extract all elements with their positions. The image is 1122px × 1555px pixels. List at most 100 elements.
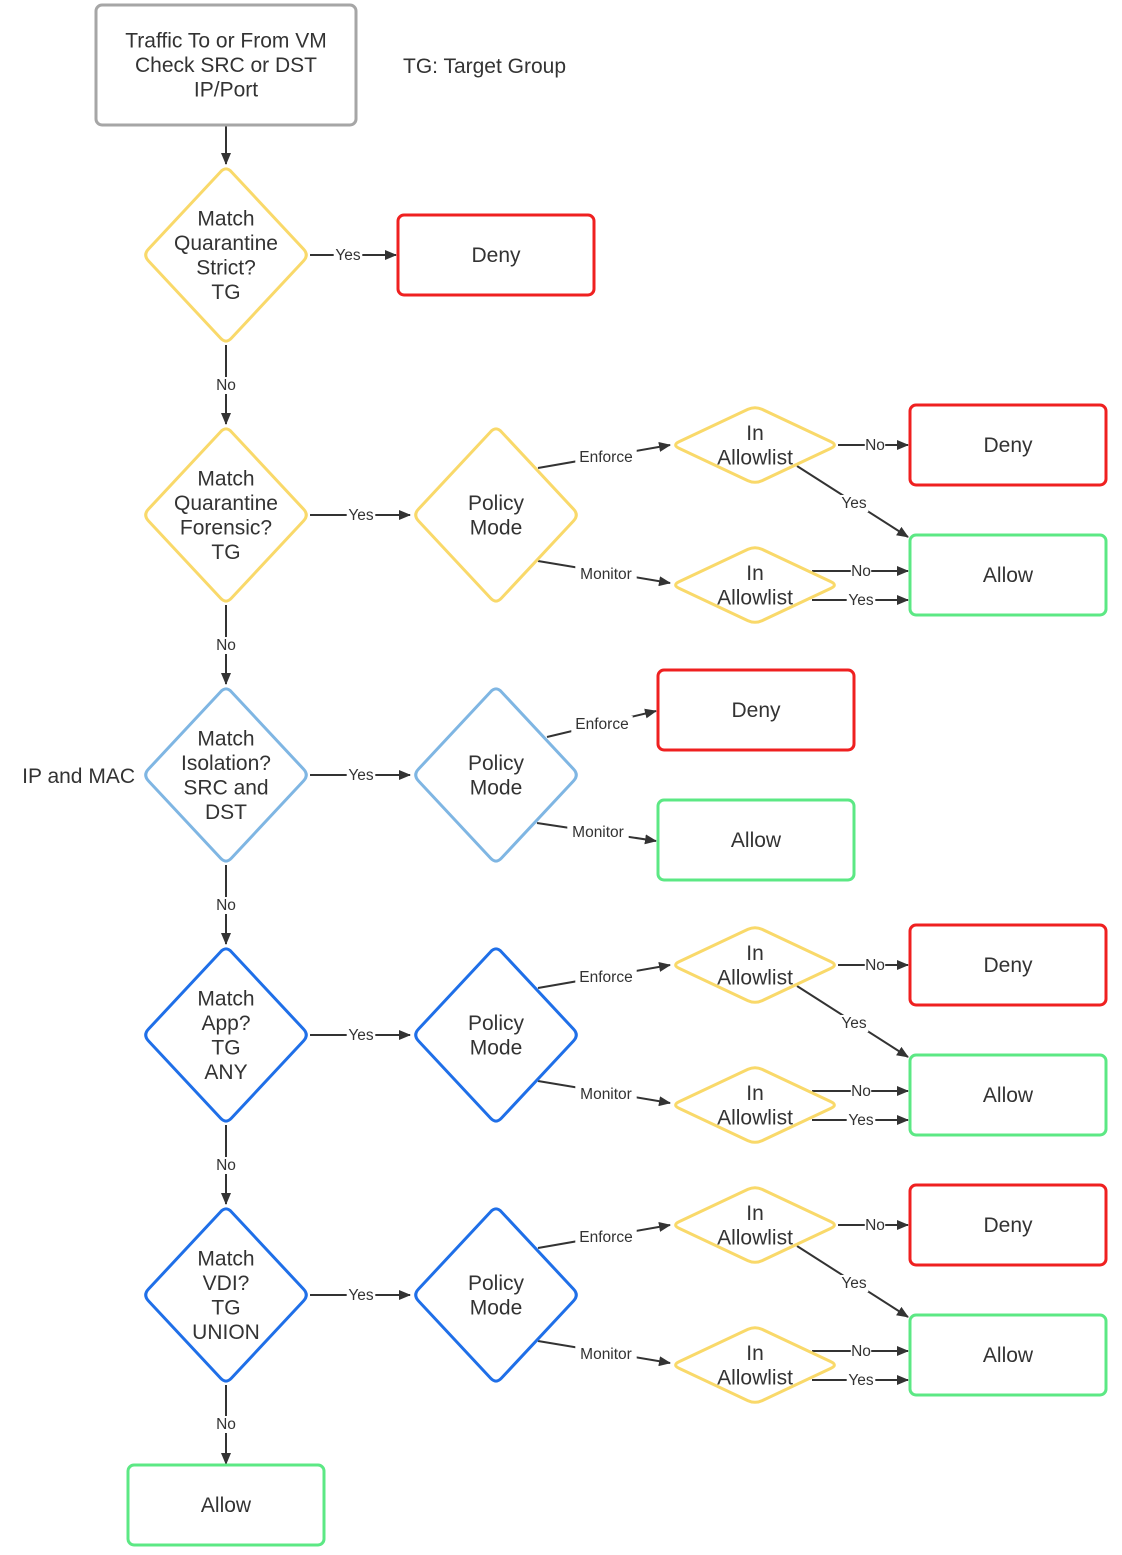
node-text-line: Allow bbox=[731, 829, 782, 852]
node-text-line: Deny bbox=[983, 434, 1033, 457]
node-text-line: IP/Port bbox=[194, 79, 258, 102]
node-text-line: DST bbox=[205, 801, 247, 824]
allowlist-decision-diamond bbox=[674, 926, 836, 1004]
node-text-line: Mode bbox=[470, 516, 523, 539]
edge-label-no: No bbox=[216, 897, 236, 914]
node-isolation-deny: Deny bbox=[656, 668, 856, 752]
node-text-line: In bbox=[746, 1082, 764, 1105]
edge-label-no: No bbox=[851, 563, 871, 580]
quarantine-decision-diamond bbox=[144, 167, 308, 343]
node-app-mon-al: InAllowlist bbox=[674, 1066, 836, 1144]
node-app-mode: PolicyMode bbox=[414, 947, 578, 1123]
edge-label-enforce: Enforce bbox=[579, 969, 632, 986]
node-start: Traffic To or From VMCheck SRC or DSTIP/… bbox=[94, 3, 358, 127]
node-text-line: App? bbox=[201, 1012, 250, 1035]
edge-label-yes: Yes bbox=[348, 767, 374, 784]
allowlist-decision-diamond bbox=[674, 1066, 836, 1144]
edge-label-no: No bbox=[216, 1157, 236, 1174]
tg-legend-note: TG: Target Group bbox=[403, 55, 566, 78]
edge-label-yes: Yes bbox=[841, 1015, 867, 1032]
node-isolation-allow: Allow bbox=[656, 798, 856, 882]
edge-label-no: No bbox=[216, 637, 236, 654]
flowchart-canvas: Traffic To or From VMCheck SRC or DSTIP/… bbox=[22, 3, 1108, 1547]
node-text-line: TG bbox=[211, 281, 240, 304]
node-text-line: VDI? bbox=[203, 1272, 250, 1295]
node-vdi-deny: Deny bbox=[908, 1183, 1108, 1267]
node-text-line: Quarantine bbox=[174, 232, 278, 255]
node-text-line: Allowlist bbox=[717, 1106, 793, 1129]
node-text-line: Policy bbox=[468, 1272, 525, 1295]
node-app-enf-al: InAllowlist bbox=[674, 926, 836, 1004]
node-q-forensic-deny: Deny bbox=[908, 403, 1108, 487]
node-final-allow: Allow bbox=[126, 1463, 326, 1547]
edge-label-yes: Yes bbox=[335, 247, 361, 264]
node-text-line: TG bbox=[211, 1296, 240, 1319]
node-vdi-enf-al: InAllowlist bbox=[674, 1186, 836, 1264]
node-q-strict: MatchQuarantineStrict?TG bbox=[144, 167, 308, 343]
node-text-line: In bbox=[746, 1342, 764, 1365]
allowlist-decision-diamond bbox=[674, 406, 836, 484]
node-text-line: SRC and bbox=[183, 776, 268, 799]
node-isolation-mode: PolicyMode bbox=[414, 687, 578, 863]
app-decision-diamond bbox=[414, 1207, 578, 1383]
node-text-line: In bbox=[746, 942, 764, 965]
node-text-line: Mode bbox=[470, 776, 523, 799]
edge-label-yes: Yes bbox=[848, 1372, 874, 1389]
node-text-line: Allow bbox=[983, 1344, 1034, 1367]
node-text-line: Allowlist bbox=[717, 1226, 793, 1249]
edge-label-no: No bbox=[865, 957, 885, 974]
edges-layer bbox=[221, 126, 909, 1465]
node-text-line: Allow bbox=[983, 1084, 1034, 1107]
node-app: MatchApp?TGANY bbox=[144, 947, 308, 1123]
node-text-line: Allowlist bbox=[717, 1366, 793, 1389]
edge-label-yes: Yes bbox=[848, 1112, 874, 1129]
node-text-line: UNION bbox=[192, 1321, 260, 1344]
node-text-line: Isolation? bbox=[181, 752, 271, 775]
isolation-decision-diamond bbox=[414, 687, 578, 863]
edge-label-no: No bbox=[865, 1217, 885, 1234]
node-app-allow: Allow bbox=[908, 1053, 1108, 1137]
ip-mac-note: IP and MAC bbox=[22, 765, 135, 788]
node-q-forensic-allow: Allow bbox=[908, 533, 1108, 617]
node-text-line: Forensic? bbox=[180, 516, 272, 539]
node-text-line: Match bbox=[197, 1247, 254, 1270]
node-text-line: Match bbox=[197, 987, 254, 1010]
node-text-line: Match bbox=[197, 467, 254, 490]
node-q-strict-deny: Deny bbox=[396, 213, 596, 297]
node-text-line: Deny bbox=[731, 699, 781, 722]
node-q-forensic-mode: PolicyMode bbox=[414, 427, 578, 603]
node-text-line: Allow bbox=[983, 564, 1034, 587]
edge-label-no: No bbox=[851, 1083, 871, 1100]
node-text-line: Policy bbox=[468, 492, 525, 515]
node-text-line: Mode bbox=[470, 1036, 523, 1059]
edge-label-no: No bbox=[851, 1343, 871, 1360]
node-text-line: In bbox=[746, 562, 764, 585]
edge-label-yes: Yes bbox=[848, 592, 874, 609]
edge-label-no: No bbox=[216, 1416, 236, 1433]
node-text-line: Allow bbox=[201, 1494, 252, 1517]
edge-label-monitor: Monitor bbox=[572, 824, 624, 841]
app-decision-diamond bbox=[414, 947, 578, 1123]
node-text-line: Deny bbox=[471, 244, 521, 267]
node-text-line: Allowlist bbox=[717, 966, 793, 989]
node-vdi: MatchVDI?TGUNION bbox=[144, 1207, 308, 1383]
edge-label-monitor: Monitor bbox=[580, 566, 632, 583]
node-vdi-allow: Allow bbox=[908, 1313, 1108, 1397]
node-text-line: Check SRC or DST bbox=[135, 54, 317, 77]
node-q-forensic-mon-al: InAllowlist bbox=[674, 546, 836, 624]
allowlist-decision-diamond bbox=[674, 1326, 836, 1404]
edge-label-yes: Yes bbox=[348, 1287, 374, 1304]
node-text-line: TG bbox=[211, 541, 240, 564]
quarantine-decision-diamond bbox=[414, 427, 578, 603]
edge-label-enforce: Enforce bbox=[579, 449, 632, 466]
app-decision-diamond bbox=[144, 947, 308, 1123]
node-text-line: Mode bbox=[470, 1296, 523, 1319]
edge-label-yes: Yes bbox=[348, 1027, 374, 1044]
node-text-line: Deny bbox=[983, 954, 1033, 977]
allowlist-decision-diamond bbox=[674, 1186, 836, 1264]
node-text-line: Quarantine bbox=[174, 492, 278, 515]
node-text-line: Traffic To or From VM bbox=[125, 30, 326, 53]
node-text-line: In bbox=[746, 422, 764, 445]
edge-label-monitor: Monitor bbox=[580, 1086, 632, 1103]
edge-label-yes: Yes bbox=[348, 507, 374, 524]
